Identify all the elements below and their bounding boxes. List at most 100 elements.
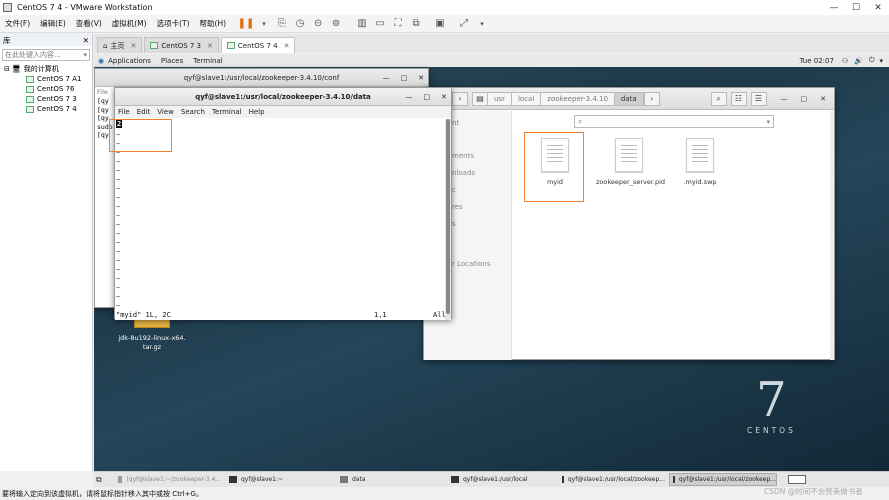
places-menu[interactable]: Places — [161, 57, 183, 65]
menu-help[interactable]: 帮助(H) — [195, 18, 232, 29]
close-icon[interactable]: ✕ — [284, 42, 290, 50]
breadcrumb-local[interactable]: local — [510, 91, 542, 106]
pause-icon[interactable]: ❚❚ — [238, 17, 255, 31]
menu-tabs[interactable]: 选项卡(T) — [152, 18, 195, 29]
forward-icon[interactable]: › — [643, 91, 660, 106]
maximize-button[interactable]: ☐ — [845, 0, 867, 15]
sidebar-item[interactable]: ments — [452, 152, 474, 160]
file-item-swp[interactable]: .myid.swp — [672, 138, 728, 186]
breadcrumb-data[interactable]: data — [613, 91, 644, 106]
sidebar-item[interactable]: s — [452, 220, 456, 228]
maximize-icon[interactable]: □ — [401, 74, 408, 82]
tab-centos-7-3[interactable]: CentOS 7 3 ✕ — [144, 37, 219, 53]
terminal-menu[interactable]: Terminal — [193, 57, 223, 65]
files-search-input[interactable]: ⌕ ▾ — [574, 115, 774, 128]
files-scrollbar[interactable] — [830, 111, 834, 360]
library-header: 库 ✕ — [0, 34, 92, 46]
vi-status-scroll: All — [433, 311, 446, 319]
menu-view[interactable]: 查看(V) — [71, 18, 107, 29]
sidebar-toggle-icon[interactable]: ▥ — [355, 17, 369, 31]
clock[interactable]: Tue 02:07 — [800, 57, 834, 65]
close-icon[interactable]: ✕ — [820, 95, 826, 103]
files-window[interactable]: ‹ ▤ usr local zookeeper-3.4.10 data › ⌕ … — [423, 87, 835, 360]
tree-vm[interactable]: CentOS 76 — [0, 84, 92, 94]
menu-icon[interactable]: ☰ — [750, 91, 767, 106]
minimize-button[interactable]: — — [823, 0, 845, 15]
sidebar-item[interactable]: nt — [452, 119, 459, 127]
taskbar-item-active[interactable]: qyf@slave1:/usr/local/zookeep... — [669, 473, 777, 486]
search-icon[interactable]: ⌕ — [710, 91, 727, 106]
taskbar-item[interactable]: [qyf@slave1:~/zookeeper-3.4... — [114, 473, 222, 486]
menu-file[interactable]: 文件(F) — [0, 18, 35, 29]
folder-up-icon[interactable]: ▤ — [472, 91, 488, 106]
menu-view[interactable]: View — [157, 108, 174, 116]
breadcrumb-usr[interactable]: usr — [487, 91, 512, 106]
back-icon[interactable]: ‹ — [452, 91, 468, 106]
sidebar-item[interactable]: nloads — [452, 169, 475, 177]
tree-vm[interactable]: CentOS 7 A1 — [0, 74, 92, 84]
stretch-dropdown-icon[interactable]: ▾ — [475, 17, 489, 31]
tree-vm[interactable]: CentOS 7 3 — [0, 94, 92, 104]
menu-help[interactable]: Help — [249, 108, 265, 116]
unity-icon[interactable]: ⧉ — [409, 17, 423, 31]
taskbar-item[interactable]: qyf@slave1:/usr/local/zookeep... — [558, 473, 666, 486]
thumbnail-icon[interactable]: ▭ — [373, 17, 387, 31]
scrollbar-thumb[interactable] — [446, 119, 450, 314]
terminal-scrollbar[interactable] — [445, 119, 451, 320]
close-icon[interactable]: ✕ — [130, 42, 136, 50]
taskbar-item[interactable]: data — [336, 473, 444, 486]
chevron-down-icon[interactable]: ▾ — [83, 51, 87, 59]
window-titlebar[interactable]: qyf@slave1:/usr/local/zookeeper-3.4.10/d… — [115, 88, 451, 106]
fullscreen-icon[interactable]: ⛶ — [391, 17, 405, 31]
taskbar-item[interactable]: qyf@slave1:~ — [225, 473, 333, 486]
breadcrumb-zookeeper[interactable]: zookeeper-3.4.10 — [540, 91, 615, 106]
close-icon[interactable]: ✕ — [207, 42, 213, 50]
close-icon[interactable]: ✕ — [418, 74, 424, 82]
sidebar-item[interactable]: res — [452, 203, 463, 211]
menu-vm[interactable]: 虚拟机(M) — [107, 18, 152, 29]
taskbar-item[interactable]: qyf@slave1:/usr/local — [447, 473, 555, 486]
stretch-icon[interactable]: ⤢ — [457, 17, 471, 31]
power-icon[interactable]: ⏻ — [869, 56, 875, 65]
sidebar-item-other-locations[interactable]: r Locations — [452, 260, 490, 268]
close-button[interactable]: ✕ — [867, 0, 889, 15]
minimize-icon[interactable]: — — [781, 95, 788, 103]
tab-centos-7-4[interactable]: CentOS 7 4 ✕ — [220, 37, 296, 53]
maximize-icon[interactable]: □ — [801, 95, 808, 103]
revert-snapshot-icon[interactable]: ⊝ — [311, 17, 325, 31]
tab-home[interactable]: ⌂ 主页 ✕ — [97, 37, 143, 53]
library-search-input[interactable]: 在此处键入内容... ▾ — [2, 49, 90, 61]
menu-search[interactable]: Search — [181, 108, 205, 116]
collapse-icon[interactable]: ⊟ — [4, 65, 10, 73]
close-icon[interactable]: ✕ — [441, 93, 447, 101]
chevron-down-icon[interactable]: ▾ — [257, 17, 271, 31]
close-icon[interactable]: ✕ — [83, 36, 89, 45]
send-keys-icon[interactable]: ⎘ — [275, 17, 289, 31]
snapshot-icon[interactable]: ◷ — [293, 17, 307, 31]
search-placeholder: 在此处键入内容... — [5, 51, 61, 59]
workspace-indicator[interactable] — [788, 475, 806, 484]
tree-vm[interactable]: CentOS 7 4 — [0, 104, 92, 114]
vm-tabs: ⌂ 主页 ✕ CentOS 7 3 ✕ CentOS 7 4 ✕ — [94, 34, 889, 53]
menu-file[interactable]: File — [118, 108, 130, 116]
file-item-pid[interactable]: zookeeper_server.pid — [596, 138, 665, 186]
menu-edit[interactable]: 编辑(E) — [35, 18, 71, 29]
manage-snapshots-icon[interactable]: ⊚ — [329, 17, 343, 31]
tree-root[interactable]: ⊟ 🖥 我的计算机 — [0, 64, 92, 74]
menu-terminal[interactable]: Terminal — [212, 108, 242, 116]
chevron-down-icon[interactable]: ▾ — [766, 118, 770, 126]
menu-edit[interactable]: Edit — [137, 108, 151, 116]
maximize-icon[interactable]: □ — [424, 93, 431, 101]
window-titlebar[interactable]: qyf@slave1:/usr/local/zookeeper-3.4.10/c… — [95, 69, 428, 87]
guest-display[interactable]: ◉ Applications Places Terminal Tue 02:07… — [94, 54, 889, 471]
view-list-icon[interactable]: ☷ — [730, 91, 747, 106]
console-icon[interactable]: ▣ — [433, 17, 447, 31]
applications-menu[interactable]: Applications — [108, 57, 151, 65]
sidebar-item[interactable]: c — [452, 186, 456, 194]
chevron-down-icon[interactable]: ▾ — [879, 57, 883, 65]
centos-logo: 7 CENTOS — [747, 376, 796, 435]
minimize-icon[interactable]: — — [383, 74, 390, 82]
show-desktop-icon[interactable]: ⧉ — [96, 475, 110, 485]
minimize-icon[interactable]: — — [406, 93, 413, 101]
terminal-window-data[interactable]: qyf@slave1:/usr/local/zookeeper-3.4.10/d… — [109, 87, 452, 320]
